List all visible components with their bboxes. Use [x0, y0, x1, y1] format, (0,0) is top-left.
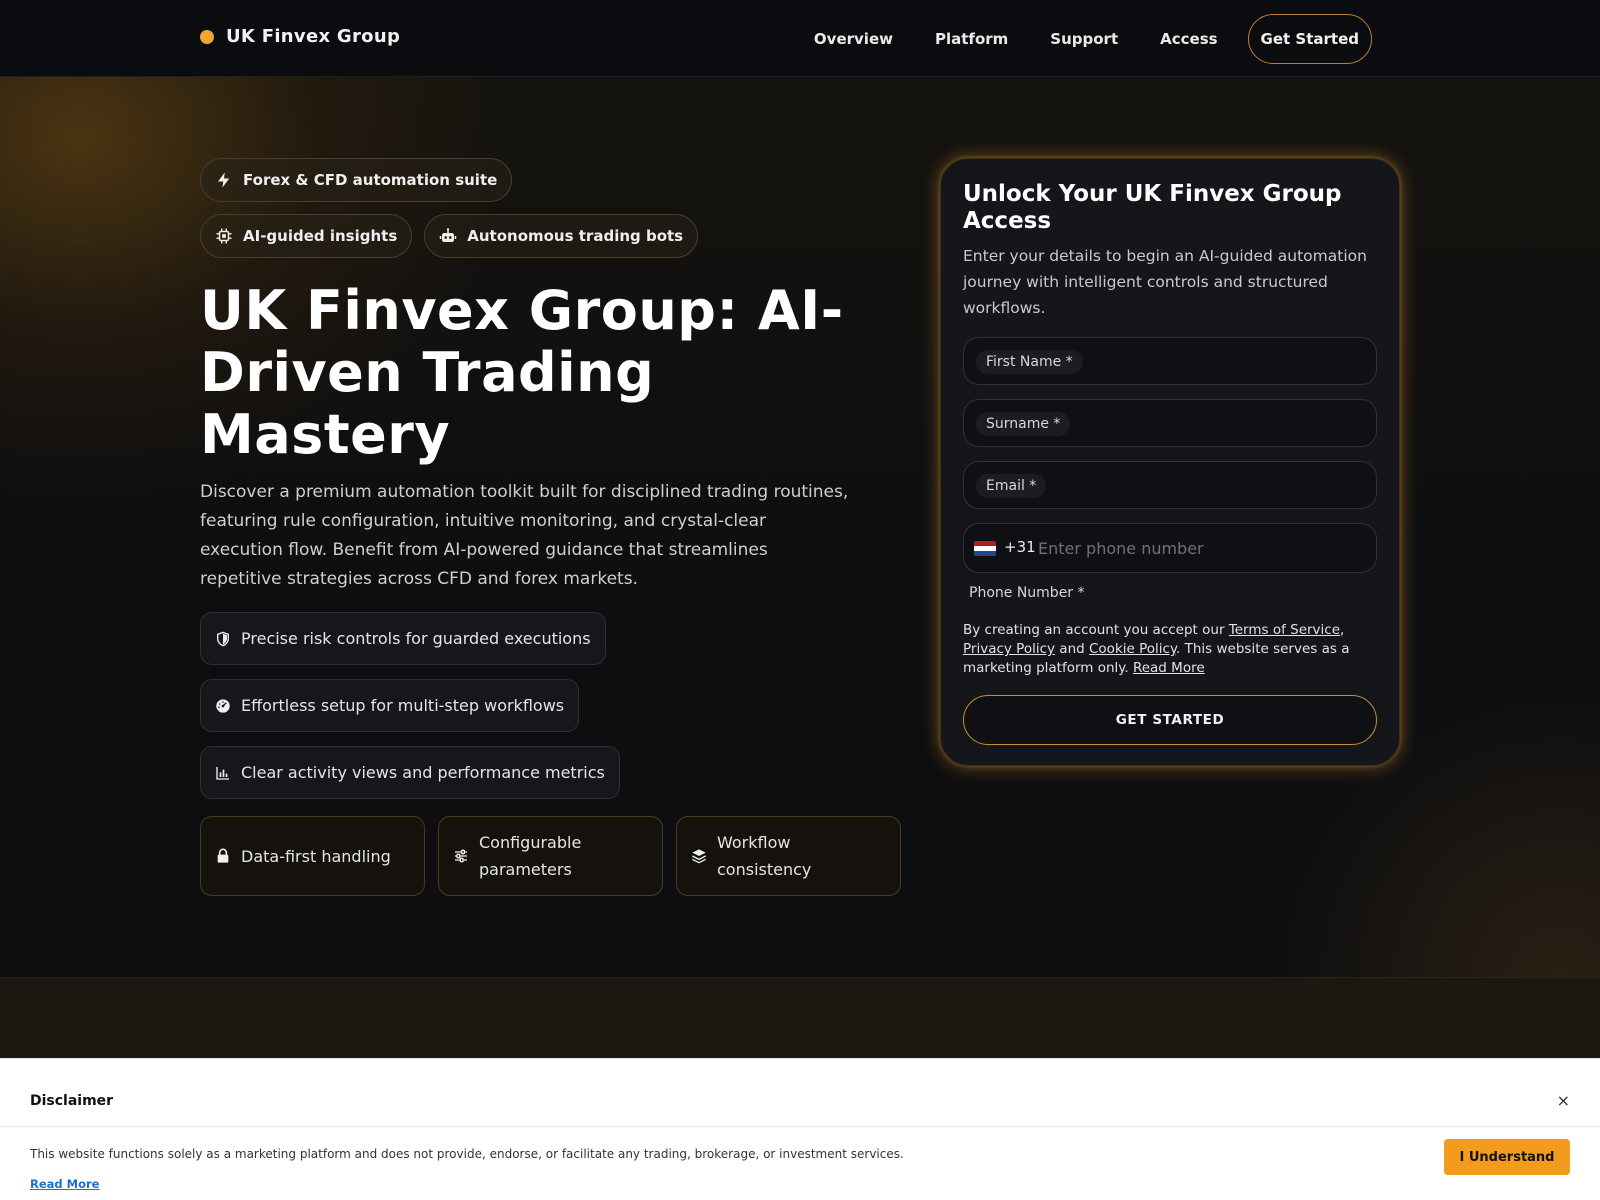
signup-subtitle: Enter your details to begin an AI-guided… [963, 247, 1367, 317]
hero-badges: Forex & CFD automation suite AI-guided i… [200, 158, 720, 258]
feature-list: Precise risk controls for guarded execut… [200, 612, 620, 799]
badge-trading-bots: Autonomous trading bots [424, 214, 699, 258]
feature-metrics: Clear activity views and performance met… [200, 746, 620, 799]
pillar-label: Data-first handling [241, 846, 391, 866]
signup-card: Unlock Your UK Finvex Group Access Enter… [940, 158, 1400, 766]
robot-icon [440, 228, 457, 242]
badge-ai-insights: AI-guided insights [200, 214, 413, 258]
feature-setup: Effortless setup for multi-step workflow… [200, 679, 580, 732]
close-icon[interactable]: × [1557, 1091, 1570, 1110]
hero-description: Discover a premium automation toolkit bu… [200, 482, 849, 589]
terms-text: By creating an account you accept our Te… [963, 621, 1383, 678]
i-understand-button[interactable]: I Understand [1444, 1139, 1570, 1175]
pillar-data-first: Data-first handling [200, 816, 425, 896]
get-started-nav-button[interactable]: Get Started [1247, 14, 1372, 64]
phone-country-code[interactable]: +31 [1004, 538, 1036, 556]
disclaimer-text: This website functions solely as a marke… [30, 1147, 904, 1161]
first-name-label: First Name * [976, 350, 1083, 374]
disclaimer-header: Disclaimer × [0, 1083, 1600, 1127]
badge-label: Autonomous trading bots [467, 227, 684, 245]
badge-label: AI-guided insights [243, 227, 398, 245]
main-nav: Overview Platform Support Access Get Sta… [793, 14, 1372, 64]
email-field[interactable]: Email * [963, 461, 1377, 509]
disclaimer-title: Disclaimer [30, 1093, 114, 1109]
chart-icon [216, 766, 229, 780]
feature-risk-controls: Precise risk controls for guarded execut… [200, 612, 606, 665]
disclaimer-read-more-link[interactable]: Read More [30, 1177, 99, 1191]
sliders-icon [455, 849, 467, 863]
surname-field[interactable]: Surname * [963, 399, 1377, 447]
terms-prefix: By creating an account you accept our [963, 622, 1229, 638]
cookie-policy-link[interactable]: Cookie Policy [1089, 641, 1176, 657]
gauge-icon [216, 698, 230, 713]
nav-access[interactable]: Access [1139, 14, 1238, 64]
privacy-policy-link[interactable]: Privacy Policy [963, 641, 1055, 657]
lower-section [0, 978, 1600, 1058]
pillar-configurable: Configurable parameters [438, 816, 663, 896]
terms-and: and [1055, 641, 1089, 657]
chip-icon [216, 228, 232, 244]
get-started-submit-button[interactable]: GET STARTED [963, 695, 1377, 745]
terms-comma: , [1340, 622, 1345, 638]
bolt-icon [218, 172, 230, 188]
badge-label: Forex & CFD automation suite [243, 171, 498, 189]
pillar-workflow: Workflow consistency [676, 816, 901, 896]
phone-label: Phone Number * [969, 585, 1085, 601]
pillar-label: Configurable parameters [479, 833, 582, 879]
signup-title: Unlock Your UK Finvex Group Access [963, 181, 1342, 234]
brand-name: UK Finvex Group [226, 26, 401, 47]
shield-icon [217, 631, 229, 646]
phone-input[interactable] [1038, 532, 1358, 564]
lock-icon [217, 848, 229, 863]
netherlands-flag-icon[interactable] [974, 541, 996, 556]
badge-forex-cfd: Forex & CFD automation suite [200, 158, 513, 202]
surname-label: Surname * [976, 412, 1071, 436]
feature-label: Clear activity views and performance met… [241, 763, 605, 782]
nav-overview[interactable]: Overview [793, 14, 914, 64]
first-name-field[interactable]: First Name * [963, 337, 1377, 385]
brand[interactable]: UK Finvex Group [200, 26, 400, 47]
terms-of-service-link[interactable]: Terms of Service [1229, 622, 1340, 638]
disclaimer-banner: Disclaimer × This website functions sole… [0, 1058, 1600, 1200]
pillar-label: Workflow consistency [717, 833, 812, 879]
site-header: UK Finvex Group Overview Platform Suppor… [0, 0, 1600, 77]
feature-label: Effortless setup for multi-step workflow… [241, 696, 565, 715]
hero-title: UK Finvex Group: AI-Driven Trading Maste… [200, 279, 844, 466]
terms-read-more-link[interactable]: Read More [1133, 660, 1205, 676]
nav-support[interactable]: Support [1029, 14, 1139, 64]
nav-platform[interactable]: Platform [914, 14, 1029, 64]
layers-icon [692, 849, 706, 864]
email-label: Email * [976, 474, 1047, 498]
brand-logo-dot [200, 29, 214, 44]
phone-field[interactable]: +31 [963, 523, 1377, 573]
feature-label: Precise risk controls for guarded execut… [241, 629, 591, 648]
pillar-cards: Data-first handling Configurable paramet… [200, 816, 901, 896]
